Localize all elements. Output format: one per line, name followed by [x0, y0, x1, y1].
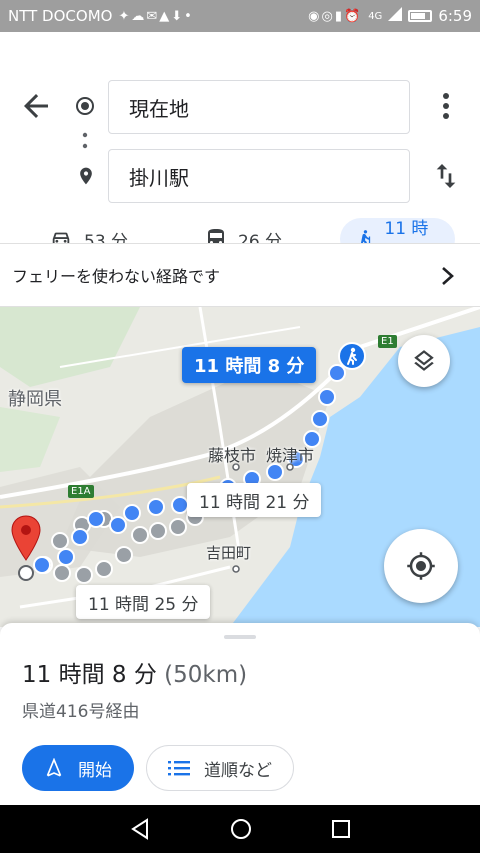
route-summary-sheet[interactable]: 11 時間 8 分 (50km) 県道416号経由 開始 道順など	[0, 623, 480, 805]
road-badge-e1: E1	[378, 335, 397, 348]
nav-recents-button[interactable]	[330, 818, 352, 840]
nav-home-button[interactable]	[229, 817, 253, 841]
swap-vert-icon	[436, 164, 456, 188]
steps-button[interactable]: 道順など	[146, 745, 294, 791]
maps-app: NTT DOCOMO ✦☁✉▲⬇• ◉◎▮⏰ 4G 6:59 現在地 掛川駅 5…	[0, 0, 480, 853]
list-icon	[168, 761, 190, 776]
drag-handle[interactable]	[224, 635, 256, 639]
alt-route-callout-1[interactable]: 11 時間 21 分	[187, 483, 322, 517]
status-bar: NTT DOCOMO ✦☁✉▲⬇• ◉◎▮⏰ 4G 6:59	[0, 0, 480, 32]
route-via: 県道416号経由	[22, 702, 140, 722]
label-yoshida: 吉田町	[206, 544, 252, 562]
label-fujieda: 藤枝市	[208, 446, 257, 465]
start-button-label: 開始	[78, 760, 112, 781]
nav-back-button[interactable]	[128, 817, 152, 841]
my-location-button[interactable]	[384, 529, 458, 603]
destination-text: 掛川駅	[129, 165, 189, 190]
label-shizuoka: 静岡県	[8, 389, 62, 410]
circle-home-icon	[230, 819, 251, 839]
layers-button[interactable]	[398, 335, 450, 387]
destination-map-pin-icon	[11, 515, 41, 561]
layers-icon	[414, 350, 434, 371]
destination-field[interactable]: 掛川駅	[108, 149, 410, 203]
triangle-back-icon	[131, 818, 149, 840]
signal-icon	[388, 7, 403, 25]
network-label: 4G	[368, 10, 383, 22]
start-button[interactable]: 開始	[22, 745, 134, 791]
alt-route-time-2: 11 時間 25 分	[88, 594, 199, 615]
ferry-notice[interactable]: フェリーを使わない経路です	[0, 243, 480, 307]
origin-field[interactable]: 現在地	[108, 80, 410, 134]
route-summary: 11 時間 8 分 (50km)	[22, 655, 247, 689]
steps-button-label: 道順など	[204, 760, 272, 781]
notification-icons: ✦☁✉▲⬇•	[118, 8, 194, 24]
alt-route-time-1: 11 時間 21 分	[199, 492, 310, 513]
road-badge-e1a: E1A	[68, 485, 94, 498]
back-button[interactable]	[18, 88, 54, 124]
walk-start-icon	[338, 342, 366, 370]
navigation-icon	[46, 758, 62, 777]
destination-pin-icon	[76, 164, 96, 188]
route-connector-icon	[82, 132, 88, 152]
label-yaizu: 焼津市	[266, 446, 315, 465]
ferry-notice-text: フェリーを使わない経路です	[12, 267, 221, 286]
clock: 6:59	[438, 7, 472, 25]
carrier-label: NTT DOCOMO	[8, 7, 113, 25]
chevron-right-icon	[440, 264, 456, 288]
arrow-back-icon	[24, 94, 48, 118]
more-vert-icon	[443, 93, 449, 119]
system-icons: ◉◎▮⏰	[308, 8, 363, 24]
directions-header: 現在地 掛川駅 53 分 26 分 11 時	[0, 32, 480, 264]
map-view[interactable]: 静岡県 藤枝市 焼津市 吉田町 E1 E1A 11 時間 8 分 11 時間 2…	[0, 307, 480, 627]
swap-button[interactable]	[430, 160, 462, 192]
origin-text: 現在地	[129, 96, 189, 121]
origin-marker-icon	[75, 96, 95, 116]
my-location-icon	[407, 552, 435, 580]
system-nav-bar	[0, 805, 480, 853]
alt-route-callout-2[interactable]: 11 時間 25 分	[76, 585, 211, 619]
route-duration: 11 時間 8 分	[22, 662, 157, 688]
route-distance: (50km)	[164, 662, 248, 688]
battery-icon	[408, 10, 433, 22]
square-recents-icon	[331, 820, 350, 838]
more-options-button[interactable]	[432, 88, 460, 124]
selected-route-time: 11 時間 8 分	[194, 356, 305, 377]
selected-route-callout[interactable]: 11 時間 8 分	[182, 347, 317, 383]
